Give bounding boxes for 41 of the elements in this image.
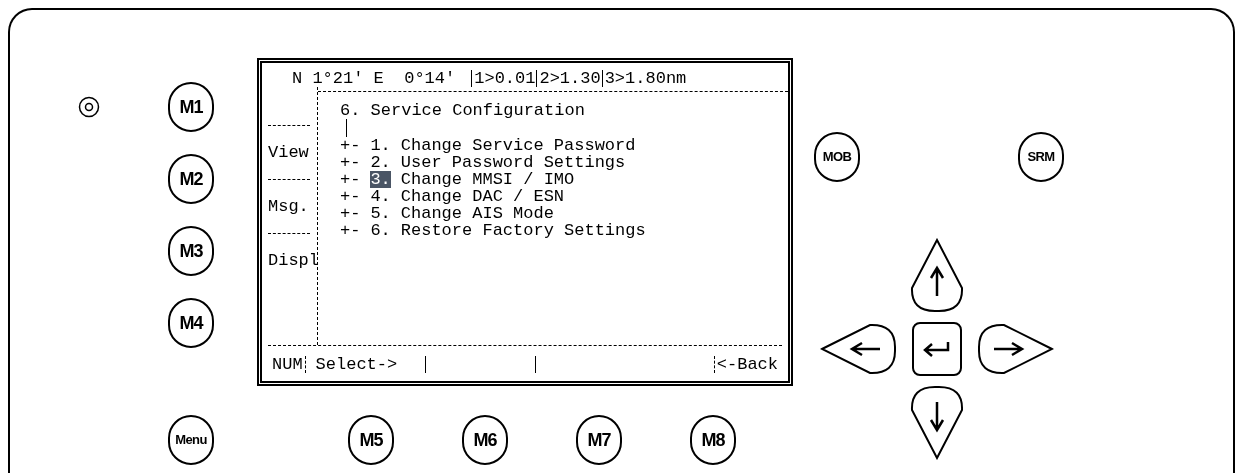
range-readout: 1>0.01 — [471, 69, 537, 87]
right-arrow-key[interactable] — [976, 322, 1054, 376]
select-soft-key[interactable]: Select-> — [305, 356, 426, 373]
back-soft-key[interactable]: <-Back — [714, 356, 782, 373]
enter-key[interactable] — [912, 322, 962, 376]
soft-key-label: Msg. — [268, 198, 310, 215]
tree-branch: +- — [340, 205, 361, 222]
led-indicator — [78, 96, 100, 118]
position-readout: N 1°21' E 0°14' — [292, 69, 456, 87]
round-key[interactable]: M5 — [348, 415, 394, 465]
menu-item[interactable]: 6. Restore Factory Settings — [370, 222, 646, 239]
tree-branch: +- — [340, 171, 361, 188]
up-arrow-key[interactable] — [909, 238, 965, 314]
round-key[interactable]: Menu — [168, 415, 214, 465]
menu-item[interactable]: 3. Change MMSI / IMO — [370, 171, 575, 188]
round-key[interactable]: M4 — [168, 298, 214, 348]
menu-title: 6. Service Configuration — [340, 102, 586, 119]
down-arrow-key[interactable] — [909, 384, 965, 460]
round-key[interactable]: M8 — [690, 415, 736, 465]
round-key[interactable]: M1 — [168, 82, 214, 132]
menu-item[interactable]: 4. Change DAC / ESN — [370, 188, 565, 205]
left-arrow-key[interactable] — [820, 322, 898, 376]
round-key[interactable]: M6 — [462, 415, 508, 465]
num-mode-label: NUM — [268, 356, 306, 373]
soft-key-label: Displ — [268, 252, 317, 269]
menu-item[interactable]: 2. User Password Settings — [370, 154, 626, 171]
menu-item[interactable]: 5. Change AIS Mode — [370, 205, 554, 222]
range-readout: 2>1.30 — [536, 69, 602, 87]
round-key[interactable]: M7 — [576, 415, 622, 465]
menu-item[interactable]: 1. Change Service Password — [370, 137, 636, 154]
tree-branch: +- — [340, 154, 361, 171]
range-readout: 3>1.80nm — [601, 69, 688, 87]
tree-branch: +- — [340, 188, 361, 205]
round-key[interactable]: M3 — [168, 226, 214, 276]
round-key[interactable]: SRM — [1018, 132, 1064, 182]
tree-branch: +- — [340, 222, 361, 239]
round-key[interactable]: MOB — [814, 132, 860, 182]
tree-branch: +- — [340, 137, 361, 154]
round-key[interactable]: M2 — [168, 154, 214, 204]
return-arrow-icon — [922, 341, 952, 357]
soft-key-label: View — [268, 144, 310, 161]
